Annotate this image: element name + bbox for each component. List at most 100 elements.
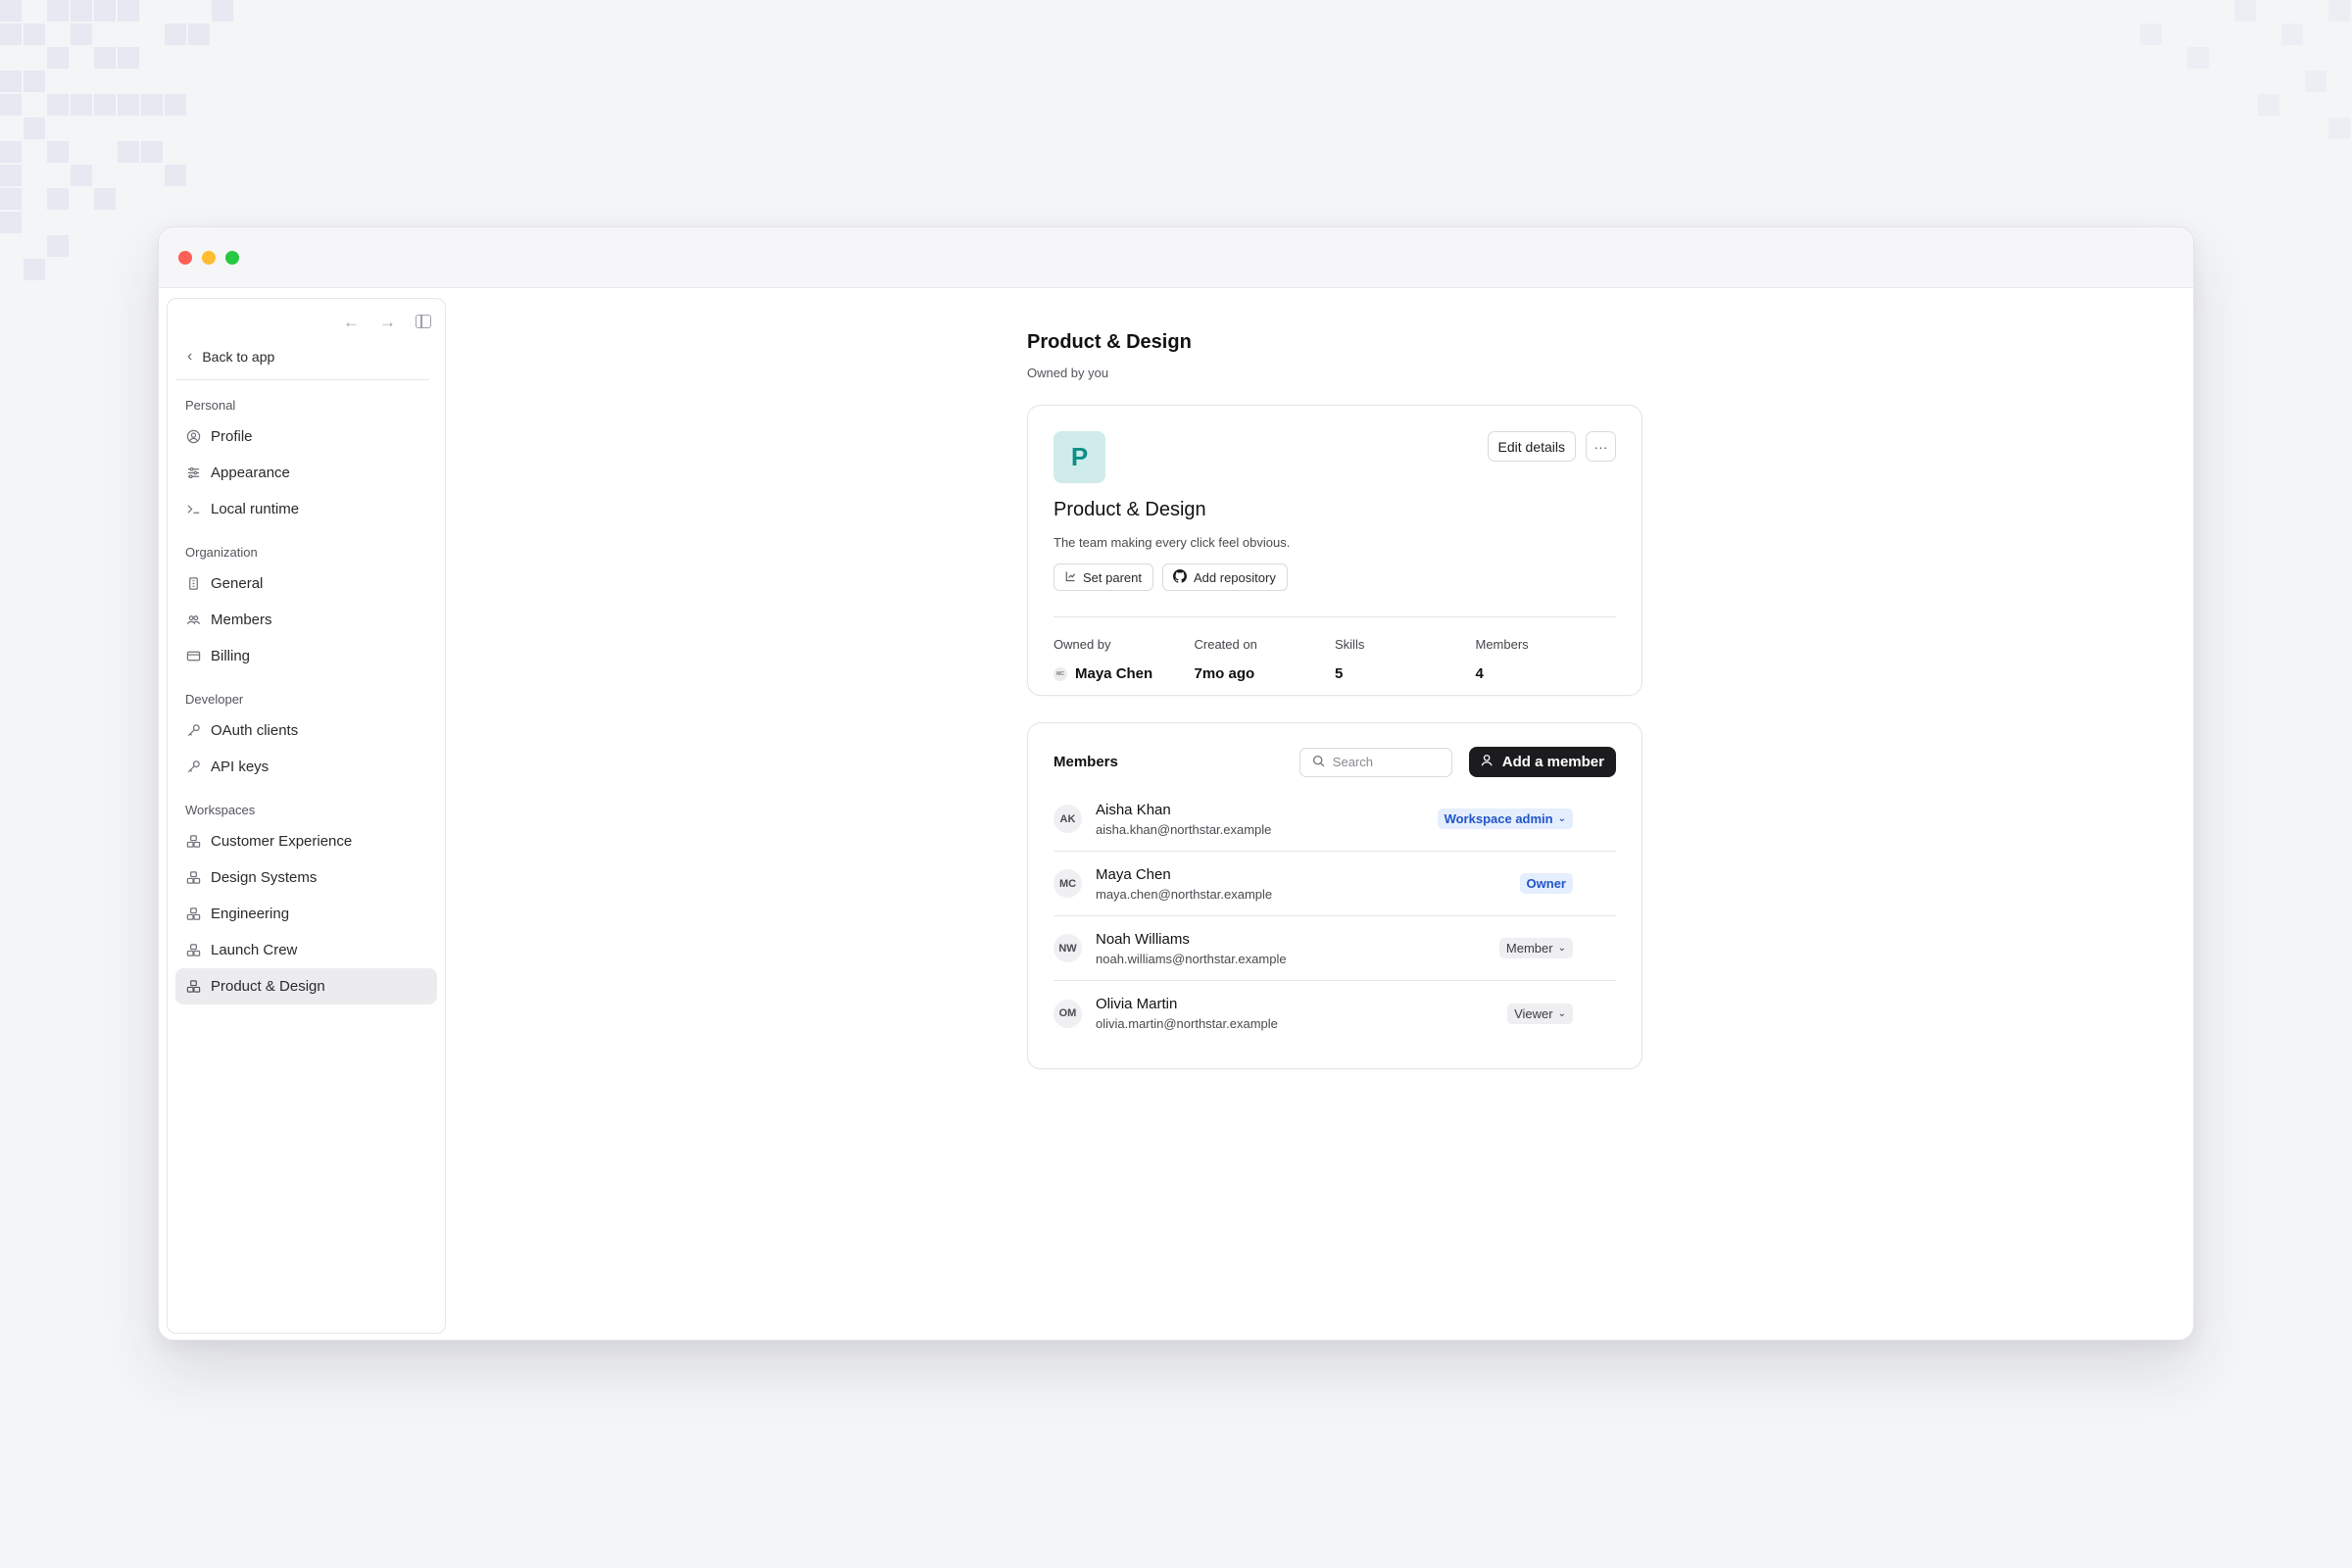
stat-value: MC Maya Chen — [1054, 665, 1195, 682]
role-dropdown[interactable]: Viewer ⌄ — [1507, 1003, 1573, 1024]
more-options-button[interactable]: ··· — [1586, 431, 1616, 462]
sidebar-item-label: Profile — [211, 428, 253, 445]
user-circle-icon — [185, 429, 201, 444]
add-repository-label: Add repository — [1194, 569, 1276, 585]
team-details-card: P Edit details ··· Product & Design The … — [1027, 405, 1642, 696]
owner-avatar: MC — [1054, 666, 1067, 681]
key-icon — [185, 760, 201, 774]
members-header: Members Add a member — [1054, 747, 1616, 777]
add-member-button[interactable]: Add a member — [1468, 747, 1616, 777]
member-name: Noah Williams — [1096, 930, 1190, 948]
sidebar-item-label: Launch Crew — [211, 942, 298, 958]
workspace-icon — [185, 979, 201, 994]
edit-details-button[interactable]: Edit details — [1487, 431, 1576, 462]
sidebar-toggle-icon[interactable] — [416, 315, 431, 328]
sidebar-group-title: Personal — [185, 398, 236, 413]
app-window: ← → ‹ Back to app Personal Profile Appea… — [158, 226, 2194, 1341]
workspace-icon — [185, 870, 201, 885]
sidebar-group-title: Workspaces — [185, 803, 256, 817]
member-info: Olivia Martin olivia.martin@northstar.ex… — [1096, 996, 1278, 1031]
member-name: Maya Chen — [1096, 865, 1171, 883]
set-parent-button[interactable]: Set parent — [1054, 564, 1153, 591]
sidebar-item-design-systems[interactable]: Design Systems — [175, 859, 437, 896]
sidebar-toolbar: ← → — [175, 309, 437, 334]
member-email: maya.chen@northstar.example — [1096, 886, 1273, 902]
stat-label: Skills — [1335, 637, 1365, 652]
sliders-icon — [185, 466, 201, 480]
chevron-down-icon: ⌄ — [1557, 943, 1566, 954]
sidebar-item-oauth-clients[interactable]: OAuth clients — [175, 712, 437, 749]
sidebar-group-personal: Personal Profile Appearance Local runtim… — [175, 380, 437, 527]
sidebar-item-profile[interactable]: Profile — [175, 418, 437, 455]
arrow-left-icon[interactable]: ← — [343, 314, 360, 330]
sidebar-item-label: API keys — [211, 759, 270, 775]
title-bar — [159, 227, 2193, 288]
role-dropdown[interactable]: Member ⌄ — [1498, 938, 1573, 958]
member-info: Aisha Khan aisha.khan@northstar.example — [1096, 802, 1271, 837]
team-description: The team making every click feel obvious… — [1054, 535, 1291, 550]
workspace-icon — [185, 943, 201, 957]
member-list: AK Aisha Khan aisha.khan@northstar.examp… — [1054, 787, 1616, 1046]
search-input[interactable] — [1332, 755, 1441, 769]
member-info: Noah Williams noah.williams@northstar.ex… — [1096, 931, 1287, 966]
page-subtitle: Owned by you — [1027, 366, 1109, 380]
sidebar-item-launch-crew[interactable]: Launch Crew — [175, 932, 437, 968]
background-pattern-right — [2140, 0, 2350, 139]
sidebar-item-label: General — [211, 575, 264, 592]
add-member-label: Add a member — [1501, 754, 1604, 770]
search-box — [1298, 747, 1452, 777]
sidebar-item-local-runtime[interactable]: Local runtime — [175, 491, 437, 527]
card-actions: Edit details ··· — [1487, 431, 1616, 462]
workspace-icon — [185, 834, 201, 849]
back-to-app-link[interactable]: ‹ Back to app — [175, 334, 429, 380]
role-label: Viewer — [1514, 1005, 1553, 1021]
add-repository-button[interactable]: Add repository — [1162, 564, 1288, 591]
sidebar-item-label: Product & Design — [211, 978, 325, 995]
member-info: Maya Chen maya.chen@northstar.example — [1096, 866, 1272, 902]
building-icon — [185, 576, 201, 591]
sidebar-item-api-keys[interactable]: API keys — [175, 749, 437, 785]
role-label: Owner — [1526, 876, 1566, 891]
sidebar-group-developer: Developer OAuth clients API keys — [175, 674, 437, 785]
avatar: OM — [1054, 999, 1082, 1028]
role-label: Member — [1505, 941, 1553, 956]
sidebar-item-members[interactable]: Members — [175, 602, 437, 638]
terminal-icon — [185, 502, 201, 516]
stat-label: Created on — [1194, 637, 1257, 652]
stat-members: Members 4 — [1476, 637, 1617, 682]
sidebar-item-billing[interactable]: Billing — [175, 638, 437, 674]
hierarchy-icon — [1064, 570, 1076, 585]
member-email: olivia.martin@northstar.example — [1096, 1016, 1278, 1031]
member-name: Aisha Khan — [1096, 801, 1171, 818]
sidebar-item-label: Engineering — [211, 906, 290, 922]
avatar: MC — [1054, 869, 1082, 898]
role-dropdown[interactable]: Workspace admin ⌄ — [1437, 808, 1573, 829]
role-label: Workspace admin — [1444, 811, 1553, 826]
sidebar-item-appearance[interactable]: Appearance — [175, 455, 437, 491]
workspace-icon — [185, 906, 201, 921]
sidebar-item-product-design[interactable]: Product & Design — [175, 968, 437, 1004]
sidebar-item-customer-experience[interactable]: Customer Experience — [175, 823, 437, 859]
team-chip-row: Set parent Add repository — [1054, 564, 1616, 591]
sidebar-group-workspaces: Workspaces Customer Experience Design Sy… — [175, 785, 437, 1004]
chevron-left-icon: ‹ — [187, 348, 193, 365]
card-divider — [1054, 616, 1616, 617]
arrow-right-icon[interactable]: → — [379, 314, 396, 330]
add-user-icon — [1481, 754, 1494, 771]
team-name: Product & Design — [1054, 499, 1206, 520]
stat-value: 7mo ago — [1194, 665, 1255, 682]
members-actions: Add a member — [1298, 747, 1616, 777]
sidebar-item-engineering[interactable]: Engineering — [175, 896, 437, 932]
maximize-window-button[interactable] — [225, 250, 239, 265]
main-content: Product & Design Owned by you P Edit det… — [1027, 331, 1642, 1069]
team-avatar: P — [1054, 431, 1105, 483]
close-window-button[interactable] — [178, 250, 192, 265]
sidebar-item-label: Design Systems — [211, 869, 318, 886]
sidebar-group-title: Organization — [185, 545, 258, 560]
member-email: aisha.khan@northstar.example — [1096, 821, 1272, 837]
sidebar-item-label: Billing — [211, 648, 251, 664]
minimize-window-button[interactable] — [202, 250, 216, 265]
team-stats: Owned by MC Maya Chen Created on 7mo ago… — [1054, 637, 1616, 682]
sidebar-item-general[interactable]: General — [175, 565, 437, 602]
member-email: noah.williams@northstar.example — [1096, 951, 1287, 966]
